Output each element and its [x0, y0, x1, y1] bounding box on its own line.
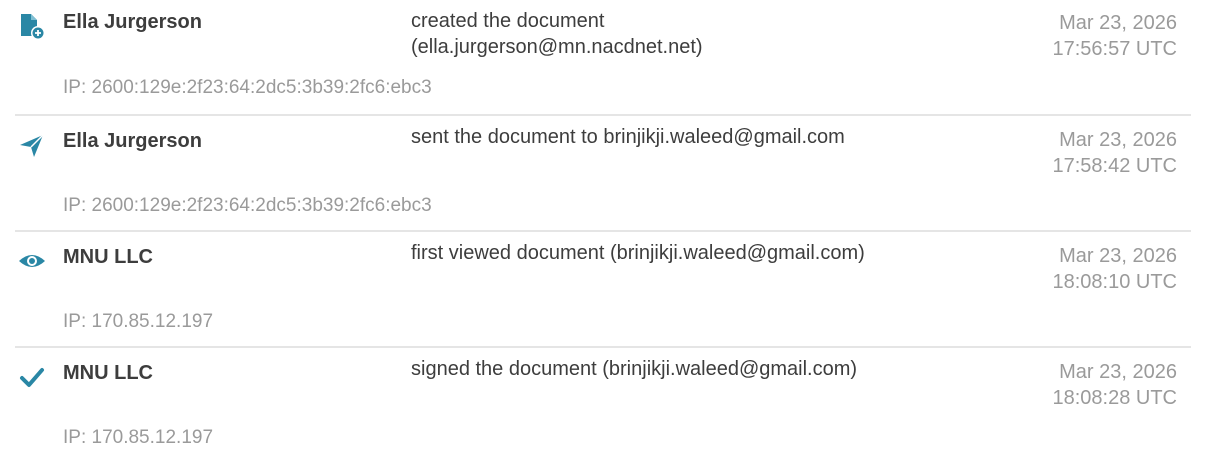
timestamp-time: 18:08:28 UTC	[1052, 387, 1177, 409]
ip-address: IP: 2600:129e:2f23:64:2dc5:3b39:2fc6:ebc…	[63, 195, 432, 216]
action-description: sent the document to brinjikji.waleed@gm…	[411, 124, 1011, 150]
timestamp-date: Mar 23, 2026	[1059, 245, 1177, 267]
divider	[15, 346, 1191, 348]
actor-name: MNU LLC	[63, 246, 153, 268]
checkmark-icon	[18, 363, 46, 391]
action-line: signed the document (brinjikji.waleed@gm…	[411, 358, 858, 380]
timestamp: Mar 23, 2026 17:58:42 UTC	[1052, 127, 1177, 179]
timestamp: Mar 23, 2026 17:56:57 UTC	[1052, 10, 1177, 62]
eye-icon	[18, 247, 46, 275]
paper-plane-icon	[18, 131, 46, 159]
ip-address: IP: 170.85.12.197	[63, 427, 214, 448]
actor-name: Ella Jurgerson	[63, 130, 202, 152]
action-description: first viewed document (brinjikji.waleed@…	[411, 240, 1011, 266]
timestamp-date: Mar 23, 2026	[1059, 12, 1177, 34]
actor-name: MNU LLC	[63, 362, 153, 384]
divider	[15, 230, 1191, 232]
divider	[15, 114, 1191, 116]
audit-trail-log: Ella Jurgerson created the document (ell…	[0, 0, 1206, 458]
timestamp-time: 17:58:42 UTC	[1052, 155, 1177, 177]
timestamp-time: 17:56:57 UTC	[1052, 38, 1177, 60]
action-description: signed the document (brinjikji.waleed@gm…	[411, 356, 1011, 382]
ip-address: IP: 2600:129e:2f23:64:2dc5:3b39:2fc6:ebc…	[63, 77, 432, 98]
action-line: sent the document to brinjikji.waleed@gm…	[411, 126, 845, 148]
actor-name: Ella Jurgerson	[63, 11, 202, 33]
timestamp-date: Mar 23, 2026	[1059, 129, 1177, 151]
action-line: (ella.jurgerson@mn.nacdnet.net)	[411, 36, 703, 58]
ip-address: IP: 170.85.12.197	[63, 311, 214, 332]
timestamp: Mar 23, 2026 18:08:10 UTC	[1052, 243, 1177, 295]
document-add-icon	[18, 12, 46, 40]
action-line: created the document	[411, 10, 605, 32]
timestamp-date: Mar 23, 2026	[1059, 361, 1177, 383]
action-description: created the document (ella.jurgerson@mn.…	[411, 8, 1011, 60]
action-line: first viewed document (brinjikji.waleed@…	[411, 242, 865, 264]
timestamp: Mar 23, 2026 18:08:28 UTC	[1052, 359, 1177, 411]
timestamp-time: 18:08:10 UTC	[1052, 271, 1177, 293]
